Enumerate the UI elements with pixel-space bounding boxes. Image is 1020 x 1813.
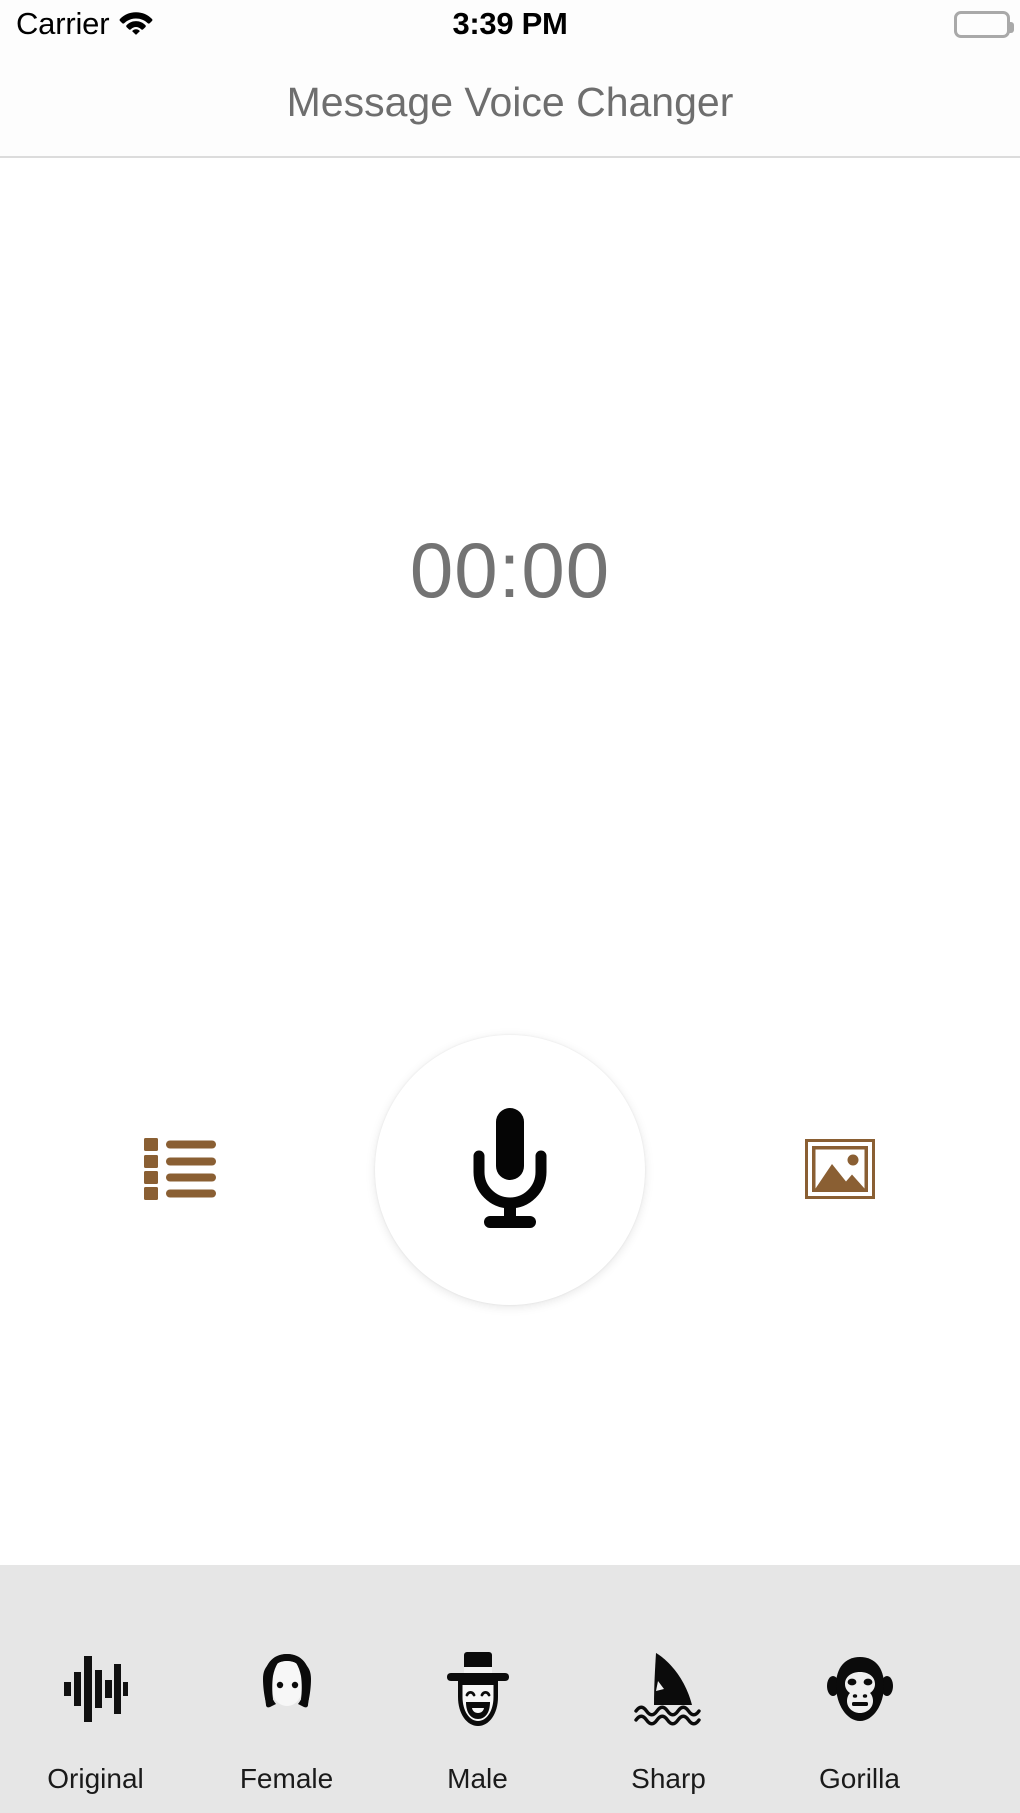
voice-option-female[interactable]: Female [191, 1565, 382, 1813]
voice-option-original[interactable]: Original [0, 1565, 191, 1813]
main-content: 00:00 [0, 158, 1020, 1565]
status-time: 3:39 PM [452, 6, 568, 41]
image-icon [805, 1138, 875, 1202]
recordings-list-button[interactable] [100, 1090, 260, 1250]
waveform-icon [0, 1649, 191, 1729]
voice-option-gorilla[interactable]: Gorilla [764, 1565, 955, 1813]
gorilla-face-icon [764, 1649, 955, 1729]
voice-effects-bar[interactable]: Original Female Male Sharp Gorilla [0, 1565, 1020, 1813]
gallery-button[interactable] [760, 1090, 920, 1250]
battery-full-icon [954, 10, 1014, 38]
status-bar-right [954, 0, 1014, 48]
status-bar: Carrier 3:39 PM [0, 0, 1020, 48]
navigation-bar: Message Voice Changer [0, 48, 1020, 158]
control-row [0, 1035, 1020, 1305]
voice-option-label: Sharp [631, 1763, 706, 1794]
voice-option-label: Female [239, 1763, 334, 1794]
recording-timer: 00:00 [409, 526, 611, 614]
page-title: Message Voice Changer [286, 78, 734, 125]
female-face-icon [191, 1649, 382, 1729]
app-root: Carrier 3:39 PM Message Voice Changer 00 [0, 0, 1020, 1813]
voice-option-label: Original [47, 1763, 144, 1794]
status-bar-center: 3:39 PM [0, 0, 1020, 48]
voice-option-sharp[interactable]: Sharp [573, 1565, 764, 1813]
list-icon [144, 1137, 216, 1203]
microphone-icon [466, 1106, 554, 1235]
battery-cap [1009, 21, 1014, 33]
voice-option-label: Male [447, 1763, 508, 1794]
shark-fin-icon [573, 1649, 764, 1729]
record-button[interactable] [375, 1035, 645, 1305]
voice-option-label: Gorilla [819, 1763, 900, 1794]
voice-option-male[interactable]: Male [382, 1565, 573, 1813]
male-tophat-face-icon [382, 1649, 573, 1729]
